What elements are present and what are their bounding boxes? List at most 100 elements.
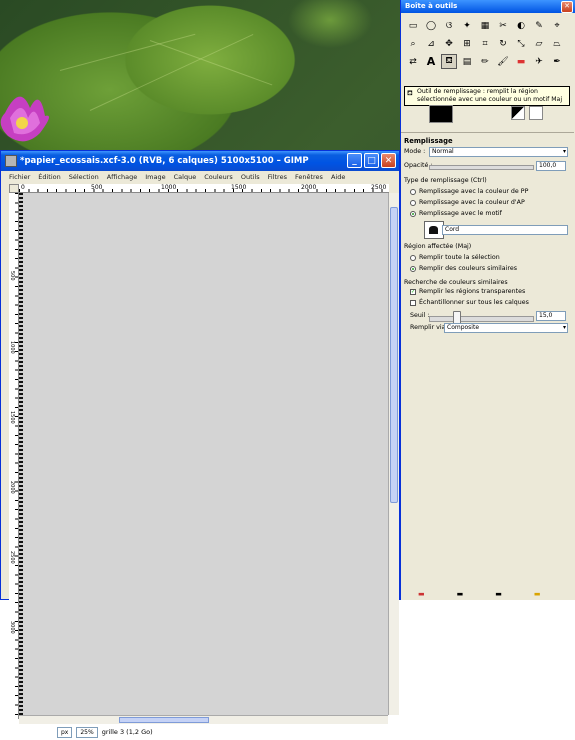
toolbox-title: Boîte à outils xyxy=(405,2,458,10)
menu-outils[interactable]: Outils xyxy=(241,173,260,181)
fill-type-fg-radio[interactable]: Remplissage avec la couleur de PP xyxy=(410,188,528,195)
affected-similar-label: Remplir des couleurs similaires xyxy=(419,265,518,272)
eraser-icon[interactable]: ▬ xyxy=(513,54,529,69)
measure-icon[interactable]: ⊿ xyxy=(423,36,439,51)
threshold-slider[interactable] xyxy=(429,316,534,322)
ruler-label: 3000 xyxy=(9,621,15,634)
fill-by-select[interactable]: Composite ▾ xyxy=(444,323,568,333)
tool-grid: ▭ ◯ ଓ ✦ ▦ ✂ ◐ ✎ ⌖ ⌕ ⊿ ✥ ⊞ ⌗ ↻ ⤡ ▱ ⏢ ⇄ A … xyxy=(405,18,566,70)
fill-type-pattern-radio[interactable]: Remplissage avec le motif xyxy=(410,210,502,217)
bucket-fill-tooltip: ⛾ Outil de remplissage : remplit la régi… xyxy=(404,86,570,106)
menu-edition[interactable]: Édition xyxy=(38,173,61,181)
image-window-titlebar[interactable]: *papier_ecossais.xcf-3.0 (RVB, 6 calques… xyxy=(1,151,399,171)
maximize-button[interactable]: □ xyxy=(364,153,379,168)
menu-calque[interactable]: Calque xyxy=(174,173,197,181)
align-icon[interactable]: ⊞ xyxy=(459,36,475,51)
opacity-slider[interactable] xyxy=(429,165,534,170)
image-window-title: *papier_ecossais.xcf-3.0 (RVB, 6 calques… xyxy=(20,156,309,166)
toolbox-titlebar[interactable]: Boîte à outils ✕ xyxy=(401,0,575,13)
menu-filtres[interactable]: Filtres xyxy=(268,173,287,181)
fill-type-bg-radio[interactable]: Remplissage avec la couleur d'AP xyxy=(410,199,525,206)
menu-fenetres[interactable]: Fenêtres xyxy=(295,173,323,181)
foreground-select-icon[interactable]: ◐ xyxy=(513,18,529,33)
close-button[interactable]: ✕ xyxy=(381,153,396,168)
menu-couleurs[interactable]: Couleurs xyxy=(204,173,233,181)
fuzzy-select-icon[interactable]: ✦ xyxy=(459,18,475,33)
restore-options-icon[interactable]: ▬ xyxy=(457,590,464,598)
ruler-label: 2000 xyxy=(9,481,15,494)
menu-affichage[interactable]: Affichage xyxy=(107,173,138,181)
ink-icon[interactable]: ✒ xyxy=(549,54,565,69)
move-icon[interactable]: ✥ xyxy=(441,36,457,51)
rect-select-icon[interactable]: ▭ xyxy=(405,18,421,33)
affected-selection-label: Remplir toute la sélection xyxy=(419,254,500,261)
crop-icon[interactable]: ⌗ xyxy=(477,36,493,51)
scale-icon[interactable]: ⤡ xyxy=(513,36,529,51)
affected-selection-radio[interactable]: Remplir toute la sélection xyxy=(410,254,500,261)
image-canvas[interactable] xyxy=(19,193,388,715)
affected-heading: Région affectée (Maj) xyxy=(404,243,471,250)
zoom-icon[interactable]: ⌕ xyxy=(405,36,421,51)
minimize-button[interactable]: _ xyxy=(347,153,362,168)
affected-similar-radio[interactable]: Remplir des couleurs similaires xyxy=(410,265,517,272)
reset-options-icon[interactable]: ▬ xyxy=(534,590,541,598)
free-select-icon[interactable]: ଓ xyxy=(441,18,457,33)
chevron-down-icon: ▾ xyxy=(562,148,566,155)
menu-selection[interactable]: Sélection xyxy=(69,173,99,181)
pencil-icon[interactable]: ✏ xyxy=(477,54,493,69)
brush-preview-icon[interactable] xyxy=(511,106,525,120)
quick-mask-corner[interactable] xyxy=(9,184,19,193)
radio-selected-icon xyxy=(410,210,416,217)
sample-merged-checkbox[interactable]: Échantillonner sur tous les calques xyxy=(410,299,529,306)
scissors-icon[interactable]: ✂ xyxy=(495,18,511,33)
horizontal-scrollbar[interactable] xyxy=(19,715,388,724)
bucket-fill-icon[interactable]: ⛾ xyxy=(441,54,457,69)
color-select-icon[interactable]: ▦ xyxy=(477,18,493,33)
options-separator xyxy=(401,132,574,133)
ruler-label: 1500 xyxy=(231,184,247,191)
threshold-row: Seuil : xyxy=(410,312,429,319)
paths-icon[interactable]: ✎ xyxy=(531,18,547,33)
perspective-icon[interactable]: ⏢ xyxy=(549,36,565,51)
foreground-color-swatch[interactable] xyxy=(429,105,453,123)
unit-select[interactable]: px xyxy=(57,726,73,738)
save-options-icon[interactable]: ▬ xyxy=(418,590,425,598)
rotate-icon[interactable]: ↻ xyxy=(495,36,511,51)
airbrush-icon[interactable]: ✈ xyxy=(531,54,547,69)
ellipse-select-icon[interactable]: ◯ xyxy=(423,18,439,33)
fill-type-heading: Type de remplissage (Ctrl) xyxy=(404,177,487,184)
ruler-label: 0 xyxy=(21,184,25,191)
paintbrush-icon[interactable]: 🖌 xyxy=(495,54,511,69)
vertical-scrollbar[interactable] xyxy=(388,193,399,715)
fill-by-row: Remplir via xyxy=(410,324,446,331)
ruler-label: 2500 xyxy=(9,551,15,564)
shear-icon[interactable]: ▱ xyxy=(531,36,547,51)
menu-aide[interactable]: Aide xyxy=(331,173,345,181)
pattern-preview-icon[interactable] xyxy=(529,106,543,120)
leaf-vein xyxy=(59,33,196,71)
flip-icon[interactable]: ⇄ xyxy=(405,54,421,69)
horizontal-ruler[interactable]: 0 500 1000 1500 2000 2500 xyxy=(19,184,389,193)
menu-fichier[interactable]: Fichier xyxy=(9,173,30,181)
pattern-swatch[interactable] xyxy=(424,221,444,239)
radio-icon xyxy=(410,254,416,261)
color-picker-icon[interactable]: ⌖ xyxy=(549,18,565,33)
menu-image[interactable]: Image xyxy=(145,173,165,181)
vertical-ruler[interactable]: 500 1000 1500 2000 2500 3000 xyxy=(9,193,19,719)
zoom-select[interactable]: 25% xyxy=(76,726,98,738)
fill-transparent-checkbox[interactable]: ✓ Remplir les régions transparentes xyxy=(410,288,525,295)
blend-icon[interactable]: ▤ xyxy=(459,54,475,69)
delete-options-icon[interactable]: ▬ xyxy=(495,590,502,598)
canvas-border xyxy=(19,193,23,715)
pattern-name-field[interactable]: Cord xyxy=(442,225,568,235)
threshold-field[interactable]: 15,0 xyxy=(536,311,566,321)
text-icon[interactable]: A xyxy=(423,54,439,69)
toolbox-close-button[interactable]: ✕ xyxy=(561,1,573,13)
mode-row: Mode : xyxy=(404,148,425,155)
horizontal-scroll-thumb[interactable] xyxy=(119,717,209,723)
status-info: grille 3 (1,2 Go) xyxy=(101,728,153,736)
options-title: Remplissage xyxy=(404,137,453,145)
vertical-scroll-thumb[interactable] xyxy=(390,207,398,503)
mode-select[interactable]: Normal ▾ xyxy=(429,147,568,157)
opacity-field[interactable]: 100,0 xyxy=(536,161,566,171)
